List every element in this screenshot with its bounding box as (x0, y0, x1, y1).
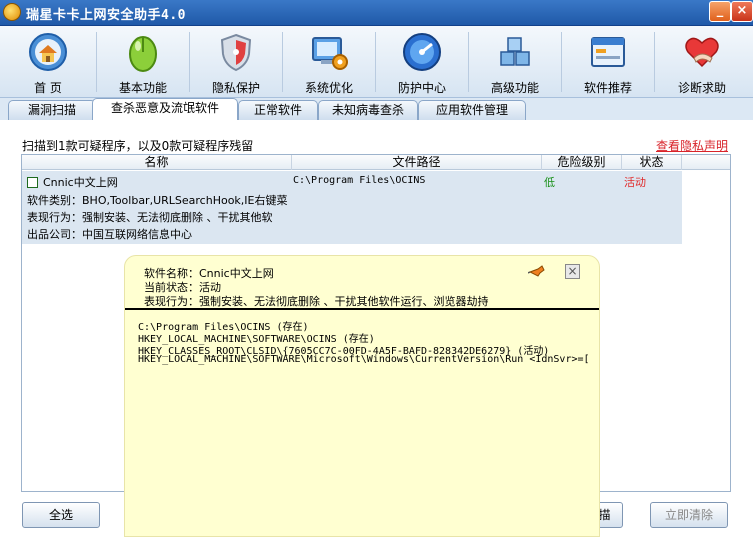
popup-divider (125, 308, 599, 310)
protection-icon (403, 33, 441, 71)
table-header: 名称 文件路径 危险级别 状态 (22, 155, 730, 170)
close-button[interactable]: × (731, 1, 753, 22)
tab-app-management[interactable]: 应用软件管理 (418, 100, 526, 120)
pin-icon[interactable] (528, 264, 546, 280)
row-status: 活动 (624, 176, 646, 189)
toolbar-separator (189, 32, 190, 92)
row-category: 软件类别：BHO,Toolbar,URLSearchHook,IE右键菜 (27, 194, 288, 207)
tab-malware-removal[interactable]: 查杀恶意及流氓软件 (92, 98, 238, 120)
tab-unknown-virus[interactable]: 未知病毒查杀 (318, 100, 418, 120)
popup-behavior: 表现行为：强制安装、无法彻底删除 、干扰其他软件运行、浏览器劫持 (144, 295, 489, 308)
window-title: 瑞星卡卡上网安全助手4.0 (26, 8, 186, 23)
select-all-button[interactable]: 全选 (22, 502, 100, 528)
clean-now-button[interactable]: 立即清除 (650, 502, 728, 528)
toolbar-label: 高级功能 (490, 81, 539, 95)
toolbar-help[interactable]: 诊断求助 (657, 26, 747, 98)
software-window-icon (591, 37, 625, 67)
toolbar-software-recommend[interactable]: 软件推荐 (563, 26, 653, 98)
popup-close-button[interactable]: × (565, 264, 580, 279)
row-behavior: 表现行为：强制安装、无法彻底删除 、干扰其他软 (27, 211, 273, 224)
toolbar-separator (375, 32, 376, 92)
toolbar-system-optimize[interactable]: 系统优化 (284, 26, 374, 98)
column-header-name[interactable]: 名称 (22, 155, 292, 170)
toolbar-separator (468, 32, 469, 92)
row-level: 低 (544, 176, 555, 189)
system-optimize-icon (312, 37, 348, 70)
home-icon (29, 33, 67, 71)
row-company: 出品公司：中国互联网络信息中心 (27, 228, 192, 241)
row-path: C:\Program Files\OCINS (293, 175, 426, 186)
toolbar-separator (282, 32, 283, 92)
tab-vulnerability-scan[interactable]: 漏洞扫描 (8, 100, 96, 120)
cubes-icon (500, 37, 530, 66)
toolbar-basic-functions[interactable]: 基本功能 (98, 26, 188, 98)
help-heart-icon (685, 37, 719, 68)
toolbar-separator (561, 32, 562, 92)
toolbar-protection-center[interactable]: 防护中心 (377, 26, 467, 98)
toolbar-label: 隐私保护 (211, 81, 260, 95)
column-header-level[interactable]: 危险级别 (542, 155, 622, 170)
toolbar-advanced[interactable]: 高级功能 (470, 26, 560, 98)
main-toolbar: 首 页 基本功能 隐私保护 系统优化 防护中心 高级功能 软件推荐 诊断求助 (0, 26, 753, 98)
column-header-status[interactable]: 状态 (622, 155, 682, 170)
toolbar-home[interactable]: 首 页 (3, 26, 93, 98)
toolbar-label: 防护中心 (397, 81, 446, 95)
toolbar-separator (96, 32, 97, 92)
privacy-statement-link[interactable]: 查看隐私声明 (656, 137, 728, 154)
toolbar-label: 系统优化 (304, 81, 353, 95)
column-header-path[interactable]: 文件路径 (292, 155, 542, 170)
toolbar-label: 首 页 (34, 81, 62, 95)
toolbar-label: 诊断求助 (677, 81, 726, 95)
popup-path-line: HKEY_LOCAL_MACHINE\SOFTWARE\Microsoft\Wi… (138, 354, 590, 365)
scan-summary: 扫描到1款可疑程序，以及0款可疑程序残留 (22, 139, 254, 153)
toolbar-label: 基本功能 (118, 81, 167, 95)
privacy-shield-icon (220, 33, 252, 72)
title-bar: 瑞星卡卡上网安全助手4.0 _ × (0, 0, 753, 26)
mouse-icon (129, 36, 157, 72)
tab-normal-software[interactable]: 正常软件 (238, 100, 318, 120)
app-logo-icon (3, 3, 21, 21)
minimize-button[interactable]: _ (709, 1, 731, 22)
row-checkbox[interactable] (27, 177, 38, 188)
toolbar-separator (654, 32, 655, 92)
tab-strip: 漏洞扫描 查杀恶意及流氓软件 正常软件 未知病毒查杀 应用软件管理 (0, 98, 753, 120)
toolbar-label: 软件推荐 (583, 81, 632, 95)
details-popup: 软件名称：Cnnic中文上网 当前状态：活动 表现行为：强制安装、无法彻底删除 … (124, 255, 600, 537)
toolbar-privacy[interactable]: 隐私保护 (191, 26, 281, 98)
row-name: Cnnic中文上网 (43, 176, 118, 189)
table-row[interactable]: Cnnic中文上网 C:\Program Files\OCINS 低 活动 软件… (22, 171, 682, 244)
